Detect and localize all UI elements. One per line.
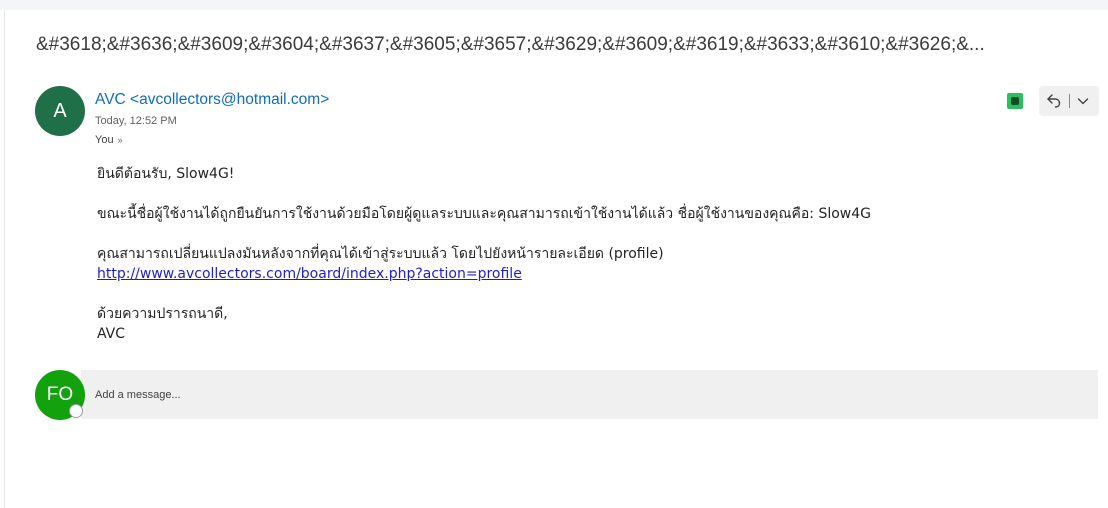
my-avatar-initials: FO: [46, 384, 74, 405]
closing-text: ด้วยความปรารถนาดี,: [97, 306, 228, 322]
email-subject: &#3618;&#3636;&#3609;&#3604;&#3637;&#360…: [36, 34, 985, 55]
sender-avatar[interactable]: A: [35, 86, 85, 136]
body-paragraph-2-text: คุณสามารถเปลี่ยนแปลงมันหลังจากที่คุณได้เ…: [97, 246, 664, 262]
body-greeting: ยินดีต้อนรับ, Slow4G!: [97, 166, 235, 182]
evernote-icon[interactable]: [1007, 93, 1023, 109]
body-paragraph-1: ขณะนี้ชื่อผู้ใช้งานได้ถูกยืนยันการใช้งาน…: [97, 206, 871, 222]
profile-link[interactable]: http://www.avcollectors.com/board/index.…: [97, 266, 522, 282]
signature-text: AVC: [97, 326, 126, 342]
quick-reply-bar[interactable]: [81, 370, 1098, 419]
message-timestamp: Today, 12:52 PM: [95, 115, 177, 127]
add-message-input[interactable]: Add a message...: [95, 389, 181, 401]
evernote-icon-mark: [1011, 97, 1019, 105]
reply-all-icon: [1047, 94, 1061, 108]
body-closing: ด้วยความปรารถนาดี, AVC: [97, 304, 1077, 344]
sender-name[interactable]: AVC <avcollectors@hotmail.com>: [95, 91, 329, 109]
presence-status-icon: [69, 404, 83, 418]
recipient-you[interactable]: You: [95, 134, 114, 146]
expand-recipients-icon[interactable]: »: [118, 135, 123, 145]
body-paragraph-2: คุณสามารถเปลี่ยนแปลงมันหลังจากที่คุณได้เ…: [97, 244, 1077, 284]
top-strip: [0, 0, 1108, 10]
reading-pane-border: [4, 10, 5, 508]
reply-all-button[interactable]: [1039, 86, 1069, 116]
recipient-line: You »: [95, 134, 123, 146]
sender-initial: A: [53, 99, 67, 122]
message-body: ยินดีต้อนรับ, Slow4G! ขณะนี้ชื่อผู้ใช้งา…: [97, 164, 1077, 364]
more-actions-button[interactable]: [1070, 86, 1096, 116]
chevron-down-icon: [1077, 98, 1089, 105]
message-actions: [1039, 86, 1099, 116]
